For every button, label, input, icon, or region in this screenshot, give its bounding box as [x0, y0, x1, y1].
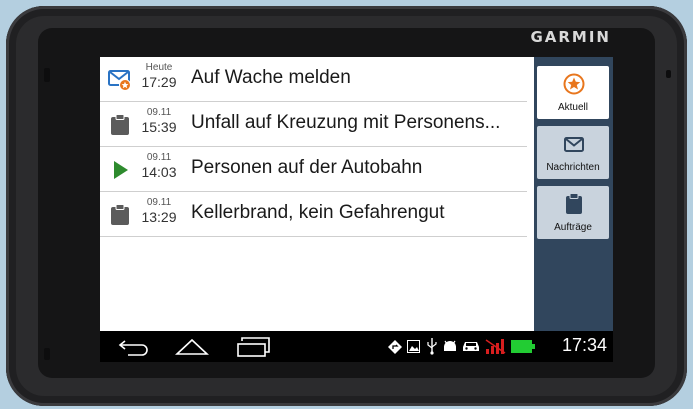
recent-apps-icon[interactable]	[236, 336, 272, 358]
clipboard-icon	[566, 193, 582, 214]
message-time: 14:03	[141, 164, 177, 180]
no-signal-icon	[485, 339, 506, 354]
message-title: Personen auf der Autobahn	[191, 157, 423, 178]
message-title: Auf Wache melden	[191, 67, 351, 88]
status-time: 17:34	[561, 335, 607, 355]
message-title: Unfall auf Kreuzung mit Personens...	[191, 112, 501, 133]
tab-label: Aktuell	[557, 102, 588, 113]
message-date: 09.11	[146, 197, 172, 208]
back-icon[interactable]	[118, 338, 150, 356]
android-debug-icon	[444, 340, 456, 351]
navigation-icon	[388, 340, 402, 354]
message-date: 09.11	[146, 107, 172, 118]
image-icon	[407, 340, 420, 353]
car-icon	[463, 342, 479, 351]
clipboard-icon	[111, 114, 129, 135]
envelope-alert-icon	[108, 70, 131, 91]
android-navbar: 17:34	[100, 331, 613, 362]
tab-auftraege[interactable]: Aufträge	[537, 186, 609, 239]
message-date: Heute	[145, 62, 173, 73]
home-icon[interactable]	[175, 337, 209, 355]
message-title: Kellerbrand, kein Gefahrengut	[191, 202, 445, 223]
tab-label: Nachrichten	[546, 162, 600, 173]
list-item[interactable]: 09.11 13:29 Kellerbrand, kein Gefahrengu…	[100, 192, 527, 237]
list-item[interactable]: 09.11 15:39 Unfall auf Kreuzung mit Pers…	[100, 102, 527, 147]
right-sensor	[666, 70, 671, 78]
tab-panel: Aktuell Nachrichten Aufträge	[534, 57, 613, 331]
play-icon	[114, 161, 128, 179]
message-date: 09.11	[146, 152, 172, 163]
message-time: 17:29	[141, 74, 177, 90]
left-button-lower[interactable]	[44, 348, 50, 360]
message-list: Heute 17:29 Auf Wache melden 09.11 15:39…	[100, 57, 534, 331]
envelope-icon	[564, 137, 584, 152]
left-button[interactable]	[44, 68, 50, 82]
device-screen: Heute 17:29 Auf Wache melden 09.11 15:39…	[100, 57, 613, 362]
list-item[interactable]: 09.11 14:03 Personen auf der Autobahn	[100, 147, 527, 192]
tab-label: Aufträge	[554, 222, 592, 233]
tab-nachrichten[interactable]: Nachrichten	[537, 126, 609, 179]
brand-logo: GARMIN	[530, 28, 611, 46]
list-item[interactable]: Heute 17:29 Auf Wache melden	[100, 57, 527, 102]
message-time: 15:39	[141, 119, 177, 135]
usb-icon	[427, 338, 437, 355]
star-circle-icon	[563, 73, 585, 95]
tab-aktuell[interactable]: Aktuell	[537, 66, 609, 119]
clipboard-icon	[111, 204, 129, 225]
battery-icon	[511, 340, 535, 353]
message-time: 13:29	[141, 209, 177, 225]
